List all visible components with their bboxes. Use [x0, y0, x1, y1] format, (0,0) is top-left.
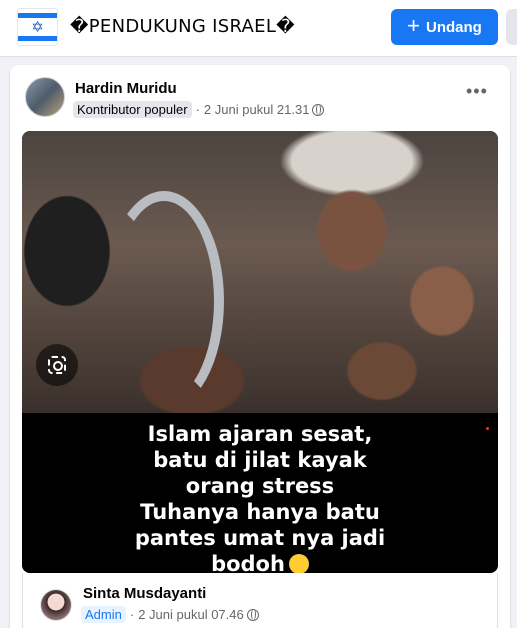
- crowd-photo: [22, 131, 498, 413]
- group-header: ✡ �PENDUKUNG ISRAEL� + Undang: [0, 0, 517, 57]
- post-card: Hardin Muridu Kontributor populer · 2 Ju…: [10, 65, 510, 628]
- caption-last-line: bodoh: [22, 551, 498, 573]
- caption-line: Islam ajaran sesat,: [147, 422, 373, 446]
- caption-line: batu di jilat kayak: [153, 448, 367, 472]
- caption-line: pantes umat nya jadi: [134, 526, 386, 550]
- post-timestamp[interactable]: 2 Juni pukul 21.31: [204, 102, 310, 117]
- meta-separator: ·: [195, 102, 200, 117]
- visual-search-icon[interactable]: [36, 344, 78, 386]
- next-author-name[interactable]: Sinta Musdayanti: [83, 585, 206, 602]
- contributor-badge[interactable]: Kontributor populer: [73, 101, 192, 118]
- star-of-david-icon: ✡: [31, 18, 44, 36]
- plus-icon: +: [407, 13, 421, 38]
- meta-separator: ·: [129, 607, 135, 622]
- image-caption: Islam ajaran sesat, batu di jilat kayak …: [22, 413, 498, 573]
- author-avatar[interactable]: [25, 77, 65, 117]
- next-author-avatar[interactable]: [40, 589, 72, 621]
- more-options-button[interactable]: •••: [466, 82, 488, 100]
- next-post-meta: Admin · 2 Juni pukul 07.46: [81, 606, 259, 623]
- post-image[interactable]: Islam ajaran sesat, batu di jilat kayak …: [22, 131, 498, 573]
- caption-line: Tuhanya hanya batu: [140, 500, 380, 524]
- header-extra-button[interactable]: [506, 9, 517, 45]
- globe-icon: [312, 103, 325, 116]
- group-name[interactable]: �PENDUKUNG ISRAEL�: [70, 16, 295, 37]
- lens-frame: [48, 356, 66, 374]
- invite-button[interactable]: + Undang: [391, 9, 498, 45]
- caption-line: orang stress: [185, 474, 335, 498]
- globe-icon: [246, 608, 259, 621]
- laughing-crying-emoji-icon: [288, 554, 309, 573]
- stone-frame-shape: [104, 191, 224, 411]
- flag-stripe-bottom: [18, 36, 57, 41]
- next-post-timestamp[interactable]: 2 Juni pukul 07.46: [138, 607, 244, 622]
- post-author-name[interactable]: Hardin Muridu: [75, 80, 177, 97]
- post-meta: Kontributor populer · 2 Juni pukul 21.31: [73, 101, 325, 118]
- red-dot: [486, 427, 489, 430]
- admin-badge[interactable]: Admin: [81, 606, 126, 623]
- invite-button-label: Undang: [426, 18, 482, 36]
- next-post-preview: Sinta Musdayanti Admin · 2 Juni pukul 07…: [22, 573, 498, 628]
- israel-flag-icon[interactable]: ✡: [17, 8, 58, 46]
- caption-line: bodoh: [211, 552, 285, 573]
